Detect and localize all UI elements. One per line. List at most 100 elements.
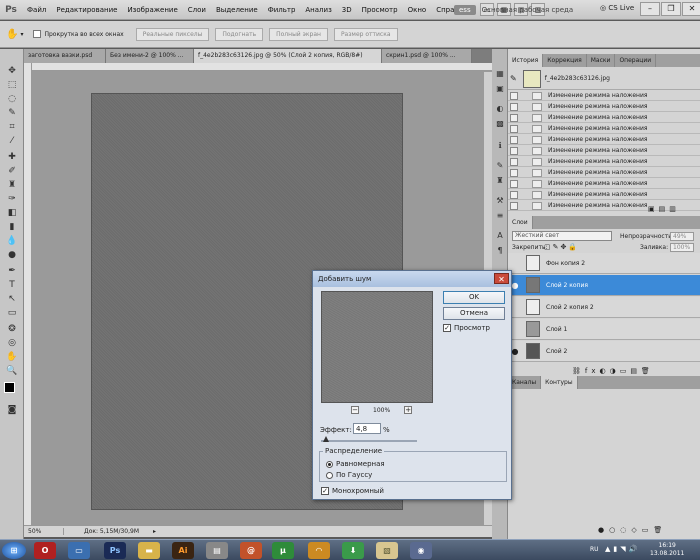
close-icon[interactable]: ✕	[682, 2, 700, 16]
history-item[interactable]: Изменение режима наложения	[508, 102, 700, 112]
menu-image[interactable]: Изображение	[122, 6, 182, 14]
history-item[interactable]: Изменение режима наложения	[508, 190, 700, 200]
history-brush-tool-icon[interactable]: ✑	[5, 193, 19, 205]
history-item[interactable]: Изменение режима наложения	[508, 146, 700, 156]
zoom-out-button[interactable]: −	[351, 406, 359, 414]
healing-brush-tool-icon[interactable]: ✚	[5, 151, 19, 163]
3d-rotate-tool-icon[interactable]: ❂	[5, 323, 19, 335]
effect-slider-thumb[interactable]	[322, 436, 329, 442]
crop-tool-icon[interactable]: ⌗	[5, 121, 19, 133]
history-footer-icons[interactable]: ▣▤▥	[648, 205, 680, 213]
tab-active-document[interactable]: f_4e2b283c63126.jpg @ 50% (Слой 2 копия,…	[194, 49, 382, 63]
eyedropper-tool-icon[interactable]: ⁄	[5, 135, 19, 147]
history-item[interactable]: Изменение режима наложения	[508, 135, 700, 145]
uniform-radio[interactable]: Равномерная	[326, 460, 385, 468]
fit-screen-button[interactable]: Подогнать	[215, 27, 264, 41]
effect-input[interactable]: 4,8	[353, 423, 381, 434]
type-tool-icon[interactable]: T	[5, 279, 19, 291]
effect-slider-track[interactable]	[321, 440, 417, 442]
tab-actions[interactable]: Операции	[615, 54, 657, 67]
menu-filter[interactable]: Фильтр	[263, 6, 301, 14]
tab-paths[interactable]: Контуры	[541, 376, 578, 389]
hand-tool-icon[interactable]: ✋	[5, 351, 19, 363]
paragraph-icon[interactable]: ¶	[494, 244, 506, 256]
eraser-tool-icon[interactable]: ◧	[5, 207, 19, 219]
marquee-tool-icon[interactable]: ⬚	[5, 79, 19, 91]
clone-source-icon[interactable]: ♜	[494, 174, 506, 186]
history-item[interactable]: Изменение режима наложения	[508, 124, 700, 134]
minimize-icon[interactable]: –	[640, 2, 660, 16]
menu-file[interactable]: Файл	[22, 6, 51, 14]
print-size-button[interactable]: Размер оттиска	[333, 27, 398, 41]
doc-size[interactable]: Док: 5,15M/30,9M	[64, 528, 139, 535]
zoom-in-button[interactable]: +	[404, 406, 413, 414]
download-icon[interactable]: ⬇	[342, 542, 364, 559]
arc-app-icon[interactable]: ◠	[308, 542, 330, 559]
tab-zagotovka[interactable]: заготовка вазки.psd	[24, 49, 106, 63]
blend-mode-select[interactable]: Жесткий свет	[512, 231, 612, 241]
history-item[interactable]: Изменение режима наложения	[508, 168, 700, 178]
illustrator-icon[interactable]: Ai	[172, 542, 194, 559]
swatches-icon[interactable]: ▩	[494, 117, 506, 129]
cancel-button[interactable]: Отмена	[443, 307, 505, 320]
dialog-close-icon[interactable]: ✕	[494, 273, 509, 284]
preview-checkbox[interactable]: ✓	[443, 324, 451, 332]
layer-row[interactable]: ● Слой 2	[508, 341, 700, 362]
foreground-color-swatch[interactable]	[4, 382, 15, 393]
start-button-icon[interactable]: ⊞	[2, 542, 26, 559]
tab-untitled-2[interactable]: Без имени-2 @ 100% ...	[106, 49, 194, 63]
tab-masks[interactable]: Маски	[587, 54, 616, 67]
email-icon[interactable]: @	[240, 542, 262, 559]
layer-row[interactable]: Слой 2 копия 2	[508, 297, 700, 318]
preview-toggle[interactable]: ✓ Просмотр	[443, 324, 490, 332]
scroll-all-windows-checkbox[interactable]	[33, 30, 42, 38]
utorrent-icon[interactable]: µ	[272, 542, 294, 559]
folder-icon[interactable]: ▬	[138, 542, 160, 559]
workspace-main[interactable]: Основная рабочая среда	[476, 6, 580, 14]
zoom-tool-icon[interactable]: 🔍	[5, 365, 19, 377]
target-app-icon[interactable]: ◉	[410, 542, 432, 559]
tab-layers[interactable]: Слои	[508, 216, 533, 229]
opacity-input[interactable]: 49%	[670, 232, 694, 241]
menu-view[interactable]: Просмотр	[357, 6, 403, 14]
zoom-level[interactable]: 50%	[24, 528, 64, 535]
layer-row[interactable]: Фон копия 2	[508, 253, 700, 274]
monochrome-toggle[interactable]: ✓ Монохромный	[321, 487, 384, 495]
language-indicator[interactable]: RU	[590, 546, 599, 553]
desktop-icon[interactable]: ▭	[68, 542, 90, 559]
clone-stamp-tool-icon[interactable]: ♜	[5, 179, 19, 191]
notes-icon[interactable]: ▧	[376, 542, 398, 559]
menu-window[interactable]: Окно	[403, 6, 432, 14]
move-tool-icon[interactable]: ✥	[5, 65, 19, 77]
photoshop-task-icon[interactable]: Ps	[104, 542, 126, 559]
cs-live-button[interactable]: ◎ CS Live	[600, 4, 634, 12]
history-item[interactable]: Изменение режима наложения	[508, 179, 700, 189]
color-icon[interactable]: ◐	[494, 102, 506, 114]
opera-icon[interactable]: O	[34, 542, 56, 559]
tray-icons[interactable]: ▲▮◥🔊	[605, 545, 640, 553]
menu-layers[interactable]: Слои	[183, 6, 211, 14]
tab-screen1[interactable]: скрин1.psd @ 100% ...	[382, 49, 472, 63]
histogram-icon[interactable]: ▦	[494, 67, 506, 79]
history-snapshot[interactable]: ✎ f_4e2b283c63126.jpg	[508, 68, 700, 90]
lock-icons[interactable]: ▢✎✥🔒	[544, 243, 579, 251]
info-icon[interactable]: ℹ	[494, 139, 506, 151]
history-item[interactable]: Изменение режима наложения	[508, 91, 700, 101]
pen-tool-icon[interactable]: ✒	[5, 265, 19, 277]
3d-orbit-tool-icon[interactable]: ◎	[5, 337, 19, 349]
quick-mask-icon[interactable]: ◙	[5, 404, 19, 416]
menu-3d[interactable]: 3D	[337, 6, 357, 14]
layers-footer-icons[interactable]: ⛓fx◐◑▭▤🗑	[572, 367, 654, 375]
gradient-tool-icon[interactable]: ▮	[5, 221, 19, 233]
eye-icon[interactable]	[510, 258, 520, 268]
restore-icon[interactable]: ❐	[661, 2, 681, 16]
status-arrow-icon[interactable]: ▸	[153, 528, 156, 535]
brushes-icon[interactable]: ✎	[494, 159, 506, 171]
quick-select-tool-icon[interactable]: ✎	[5, 107, 19, 119]
tab-channels[interactable]: Каналы	[508, 376, 542, 389]
fill-input[interactable]: 100%	[670, 243, 694, 252]
tool-presets-icon[interactable]: ⚒	[494, 194, 506, 206]
dodge-tool-icon[interactable]: ●	[5, 249, 19, 261]
gaussian-radio[interactable]: По Гауссу	[326, 471, 372, 479]
menu-select[interactable]: Выделение	[211, 6, 263, 14]
